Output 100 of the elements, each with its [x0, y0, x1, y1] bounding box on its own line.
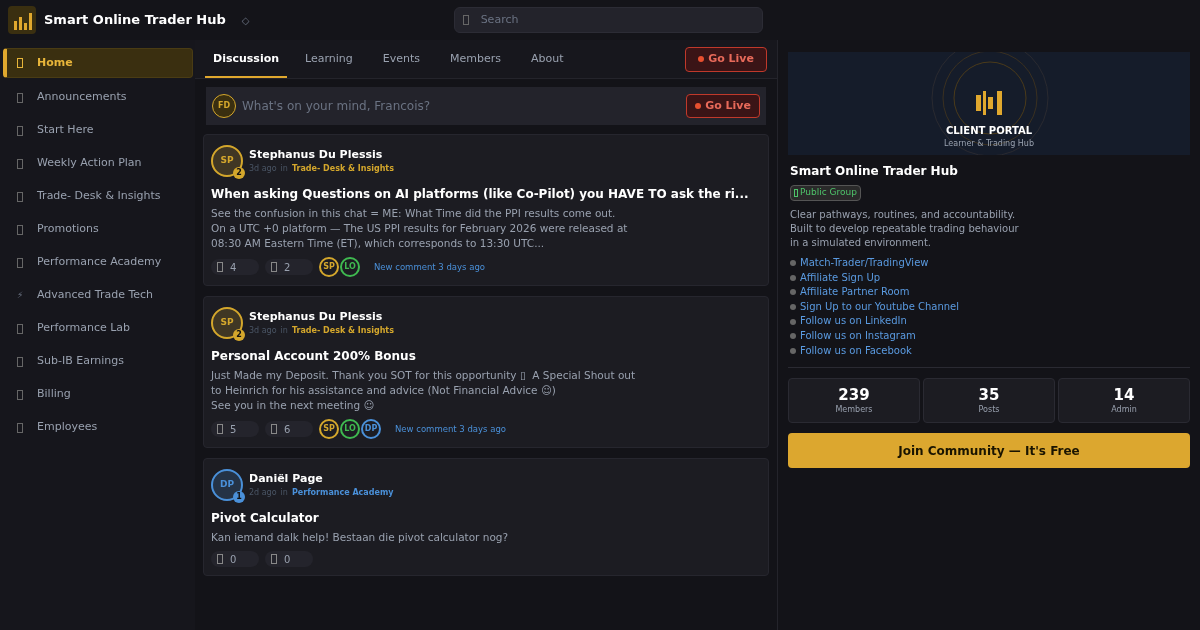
- box-icon: [271, 262, 277, 272]
- banner-title: CLIENT PORTAL: [945, 124, 1033, 138]
- post-title[interactable]: Personal Account 200% Bonus: [211, 348, 761, 364]
- sidebar-item[interactable]: Billing: [3, 381, 193, 408]
- level-badge: 1: [233, 491, 245, 503]
- go-live-button[interactable]: Go Live: [685, 46, 767, 72]
- link[interactable]: Follow us on Instagram: [800, 328, 916, 344]
- box-icon: [271, 424, 277, 434]
- sidebar-item[interactable]: Announcements: [3, 84, 193, 111]
- search-input[interactable]: Search: [480, 11, 754, 29]
- box-icon: [271, 554, 277, 564]
- link[interactable]: Affiliate Sign Up: [800, 270, 881, 286]
- box-icon: [17, 125, 23, 136]
- sidebar-item[interactable]: Start Here: [3, 117, 193, 144]
- sidebar-item[interactable]: ⚡ Advanced Trade Tech: [3, 282, 193, 309]
- author-name[interactable]: Stephanus Du Plessis: [249, 308, 394, 326]
- lightning-icon: ⚡: [17, 288, 23, 303]
- author-name[interactable]: Stephanus Du Plessis: [249, 146, 394, 164]
- like-button[interactable]: 4: [211, 259, 259, 275]
- sidebar-item[interactable]: Weekly Action Plan: [3, 150, 193, 177]
- box-icon: [17, 257, 23, 268]
- author-name[interactable]: Daniël Page: [249, 470, 394, 488]
- level-badge: 2: [233, 167, 245, 179]
- category-link[interactable]: Trade- Desk & Insights: [291, 163, 394, 176]
- post-body: Kan iemand dalk help! Bestaan die pivot calculator nog?: [211, 530, 510, 545]
- category-link[interactable]: Performance Academy: [291, 487, 394, 500]
- participant-avatar: SP: [319, 257, 339, 277]
- participant-avatar: LO: [340, 257, 360, 277]
- banner-subtitle: Learner & Trading Hub: [944, 138, 1034, 150]
- sidebar-item[interactable]: Trade- Desk & Insights: [3, 183, 193, 210]
- avatar: DP 1: [211, 469, 243, 501]
- avatar: SP 2: [211, 307, 243, 339]
- link[interactable]: Affiliate Partner Room: [800, 285, 910, 300]
- box-icon: [217, 554, 223, 564]
- bullet-icon: [790, 274, 796, 281]
- stat-label: Posts: [978, 403, 1000, 416]
- bullet-icon: [790, 347, 796, 354]
- box-icon: [17, 191, 23, 202]
- tab[interactable]: Learning: [293, 40, 365, 78]
- caret-icon[interactable]: ◇: [241, 12, 250, 28]
- go-live-button[interactable]: Go Live: [686, 94, 760, 118]
- avatar: SP 2: [211, 145, 243, 177]
- sidebar-item[interactable]: Sub-IB Earnings: [3, 348, 193, 375]
- bullet-icon: [790, 304, 796, 311]
- search-field[interactable]: Search: [454, 7, 763, 33]
- logo-icon: [8, 6, 36, 34]
- sidebar-item[interactable]: Employees: [3, 414, 193, 441]
- link[interactable]: Follow us on Facebook: [800, 343, 912, 359]
- stat-label: Admin: [1111, 403, 1137, 416]
- stat-value: 239: [838, 385, 870, 404]
- sidebar-item[interactable]: Performance Lab: [3, 315, 193, 342]
- box-icon: [17, 389, 23, 400]
- search-icon: [463, 15, 469, 25]
- bullet-icon: [790, 318, 796, 325]
- sidebar-item[interactable]: Home: [3, 48, 193, 78]
- tab[interactable]: Events: [370, 40, 433, 78]
- box-icon: [17, 158, 23, 169]
- sidebar-item[interactable]: Promotions: [3, 216, 193, 243]
- sidebar-item[interactable]: Performance Academy: [3, 249, 193, 276]
- bullet-icon: [790, 260, 796, 267]
- box-icon: [794, 189, 798, 197]
- stat-value: 14: [1113, 385, 1135, 404]
- bullet-icon: [790, 333, 796, 340]
- like-button[interactable]: 0: [211, 551, 259, 567]
- site-title[interactable]: Smart Online Trader Hub: [44, 10, 226, 30]
- group-name: Smart Online Trader Hub: [790, 163, 959, 180]
- like-button[interactable]: 5: [211, 421, 259, 437]
- comment-button[interactable]: 0: [265, 551, 313, 567]
- link[interactable]: Follow us on LinkedIn: [800, 314, 907, 329]
- box-icon: [17, 92, 23, 103]
- category-link[interactable]: Trade- Desk & Insights: [291, 325, 394, 338]
- participant-avatar: SP: [319, 419, 339, 439]
- post-body: See the confusion in this chat = ME: What Time did the PPI results come out. On a UTC +0 platform — The US PPI results for February 2026 were released at 08:30 AM Eastern Time (ET), which corresponds to 13:30 UTC...: [211, 206, 629, 251]
- post-title[interactable]: When asking Questions on AI platforms (like Co-Pilot) you HAVE TO ask the ri...: [211, 186, 761, 202]
- comment-button[interactable]: 2: [265, 259, 313, 275]
- activity-link[interactable]: New comment 3 days ago: [374, 260, 485, 274]
- tab[interactable]: Members: [438, 40, 514, 78]
- activity-link[interactable]: New comment 3 days ago: [395, 422, 506, 436]
- box-icon: [17, 224, 23, 235]
- stat-value: 35: [978, 385, 1000, 404]
- box-icon: [17, 356, 23, 367]
- tab[interactable]: About: [519, 40, 576, 78]
- composer-field[interactable]: FD What's on your mind, Francois? Go Live: [206, 87, 766, 125]
- join-community-button[interactable]: Join Community — It's Free: [788, 433, 1190, 469]
- post-body: Just Made my Deposit. Thank you SOT for this opportunity ▯ A Special Shout out to Heinrich for his assistance and advice (Not Financial Advice ☺) See you in the next meeting ☺: [211, 368, 637, 413]
- participant-avatar: LO: [340, 419, 360, 439]
- public-group-badge: Public Group: [790, 185, 861, 201]
- bars-icon: [976, 91, 1002, 115]
- post-input-field[interactable]: What's on your mind, Francois?: [242, 97, 681, 115]
- stat-label: Members: [835, 403, 873, 416]
- tab[interactable]: Discussion: [205, 40, 288, 78]
- comment-button[interactable]: 6: [265, 421, 313, 437]
- link[interactable]: Match-Trader/TradingView: [800, 256, 929, 271]
- avatar: FD: [212, 94, 236, 118]
- level-badge: 2: [233, 329, 245, 341]
- box-icon: [217, 424, 223, 434]
- post-title[interactable]: Pivot Calculator: [211, 510, 761, 526]
- participant-avatar: DP: [361, 419, 381, 439]
- group-description: Clear pathways, routines, and accountability. Built to develop repeatable trading behaviour in a simulated environment.: [790, 208, 1020, 250]
- link[interactable]: Sign Up to our Youtube Channel: [800, 299, 960, 315]
